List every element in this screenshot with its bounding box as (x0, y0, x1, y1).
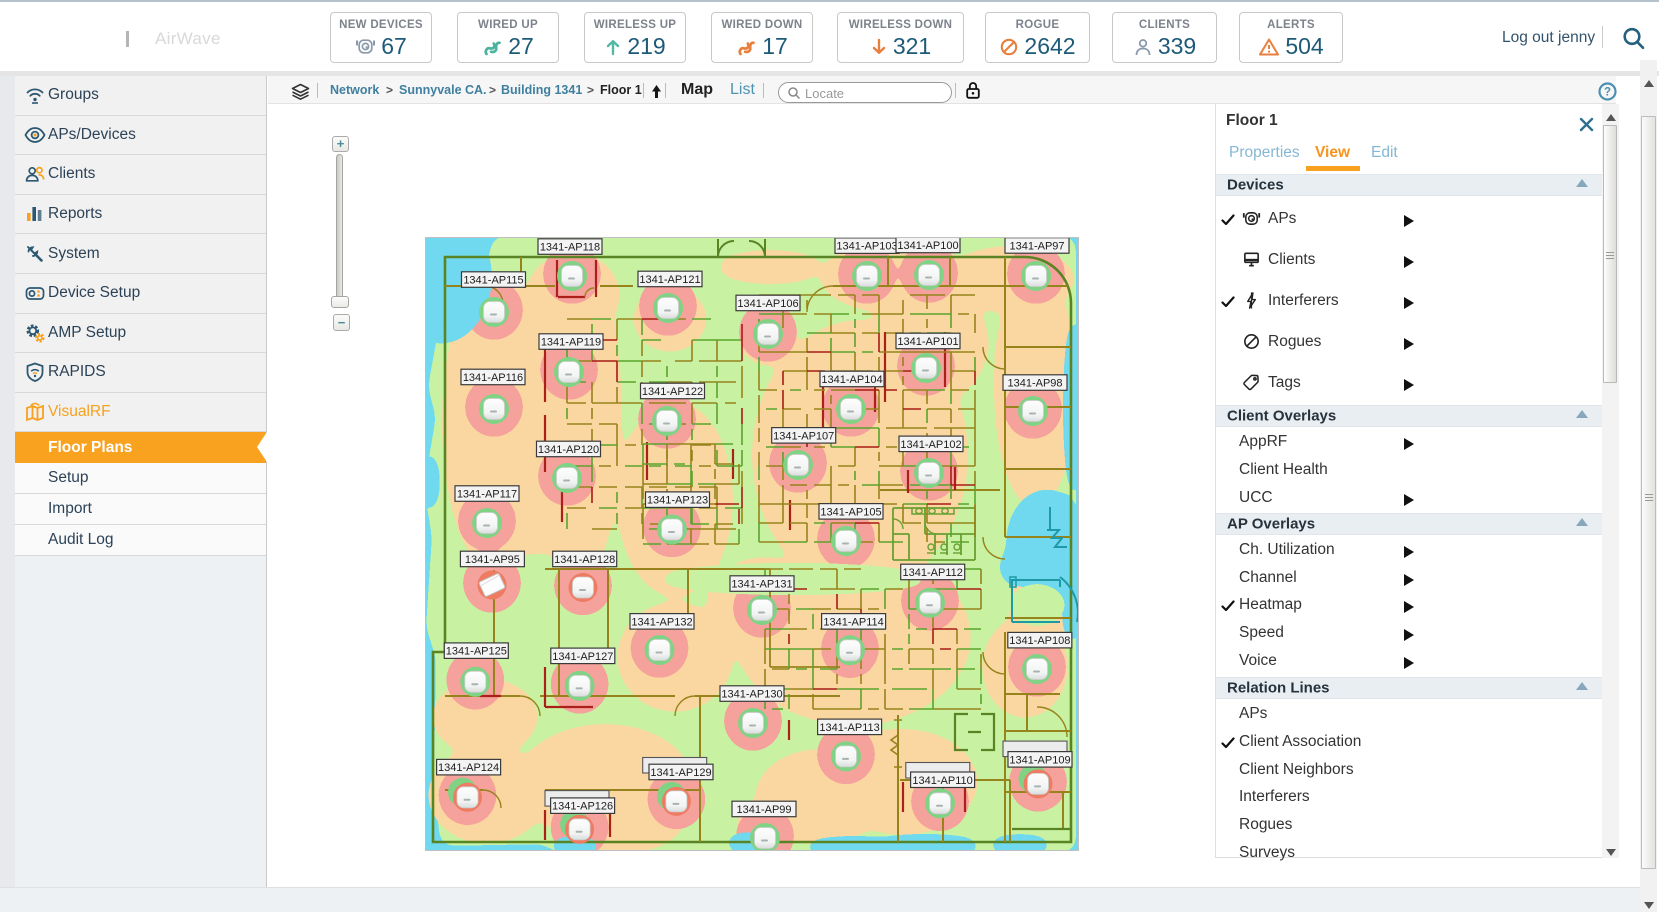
svg-text:1341-AP119: 1341-AP119 (541, 337, 601, 349)
svg-text:1341-AP129: 1341-AP129 (650, 767, 711, 779)
svg-text:1341-AP112: 1341-AP112 (903, 567, 963, 579)
svg-text:1341-AP132: 1341-AP132 (631, 616, 692, 628)
svg-text:1341-AP104: 1341-AP104 (821, 374, 882, 386)
svg-text:1341-AP107: 1341-AP107 (773, 430, 834, 442)
svg-text:1341-AP121: 1341-AP121 (639, 274, 700, 286)
svg-text:1341-AP98: 1341-AP98 (1007, 378, 1062, 390)
svg-text:1341-AP126: 1341-AP126 (552, 801, 613, 813)
svg-text:1341-AP100: 1341-AP100 (897, 240, 958, 252)
svg-text:1341-AP97: 1341-AP97 (1009, 240, 1064, 252)
svg-text:1341-AP105: 1341-AP105 (820, 506, 881, 518)
svg-text:1341-AP108: 1341-AP108 (1009, 635, 1070, 647)
svg-text:1341-AP113: 1341-AP113 (819, 722, 879, 734)
svg-text:1341-AP114: 1341-AP114 (823, 616, 883, 628)
svg-text:1341-AP103: 1341-AP103 (836, 241, 897, 253)
svg-text:?: ? (1604, 87, 1611, 99)
svg-text:1341-AP109: 1341-AP109 (1009, 754, 1070, 766)
svg-text:1341-AP99: 1341-AP99 (736, 804, 791, 816)
svg-text:1341-AP127: 1341-AP127 (552, 651, 613, 663)
svg-text:1341-AP110: 1341-AP110 (912, 775, 972, 787)
svg-text:1341-AP128: 1341-AP128 (554, 554, 615, 566)
svg-text:1341-AP117: 1341-AP117 (457, 489, 517, 501)
svg-text:1341-AP106: 1341-AP106 (737, 298, 798, 310)
svg-text:1341-AP125: 1341-AP125 (446, 646, 507, 658)
svg-text:1341-AP95: 1341-AP95 (465, 554, 520, 566)
svg-text:1341-AP123: 1341-AP123 (647, 495, 708, 507)
svg-text:1341-AP130: 1341-AP130 (721, 689, 782, 701)
svg-text:1341-AP131: 1341-AP131 (731, 579, 792, 591)
svg-text:1341-AP118: 1341-AP118 (540, 242, 600, 254)
svg-text:1341-AP122: 1341-AP122 (642, 386, 703, 398)
svg-text:1341-AP102: 1341-AP102 (900, 439, 961, 451)
svg-text:1341-AP101: 1341-AP101 (897, 336, 958, 348)
svg-text:1341-AP115: 1341-AP115 (463, 275, 523, 287)
svg-text:1341-AP120: 1341-AP120 (538, 444, 599, 456)
svg-text:1341-AP116: 1341-AP116 (463, 372, 523, 384)
svg-text:1341-AP124: 1341-AP124 (438, 762, 499, 774)
